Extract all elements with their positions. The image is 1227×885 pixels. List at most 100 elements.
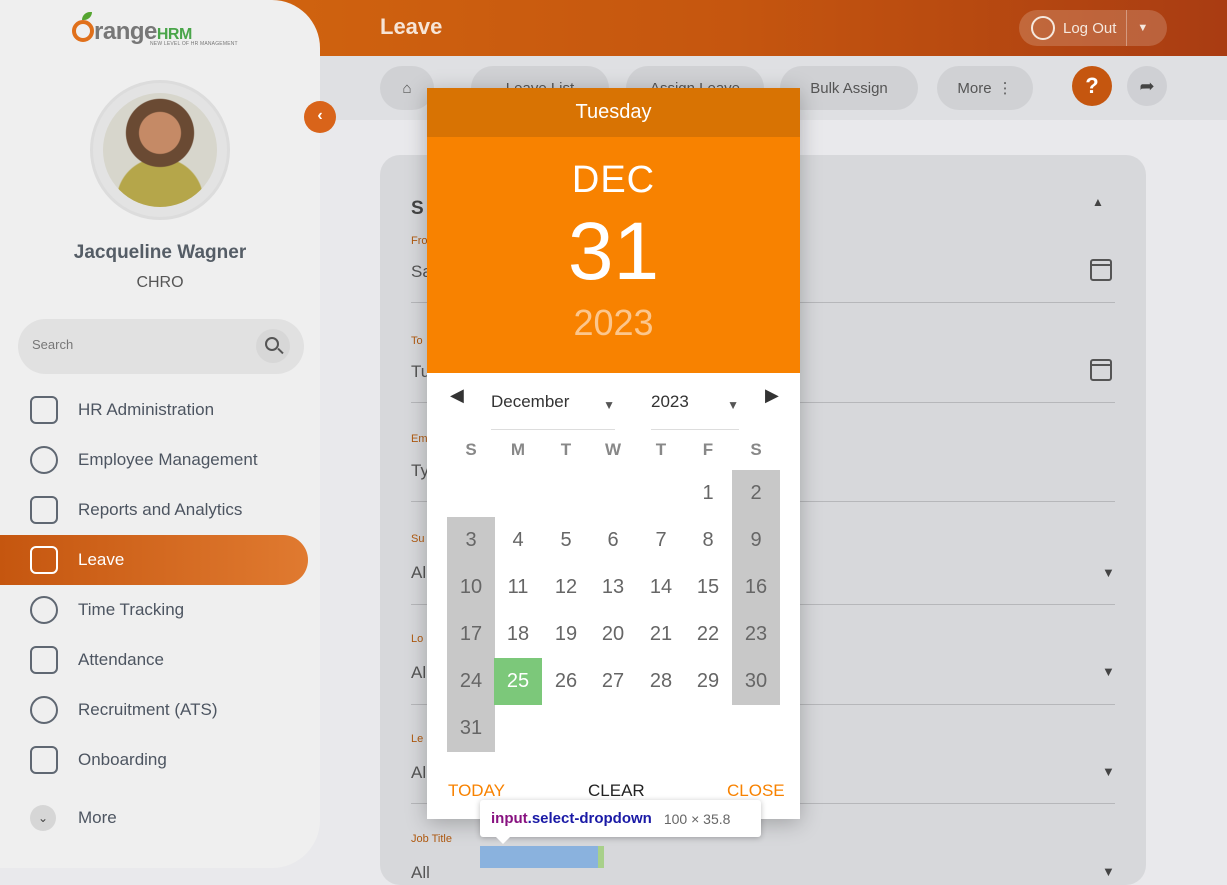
- calendar-day[interactable]: 31: [447, 705, 495, 752]
- leave-type-select[interactable]: Al: [411, 763, 426, 783]
- sidebar-item-time-tracking[interactable]: Time Tracking: [0, 585, 308, 635]
- weekday-header: M: [510, 440, 526, 459]
- weekday-header: T: [655, 440, 667, 459]
- avatar[interactable]: [90, 80, 230, 220]
- calendar-icon[interactable]: [1090, 359, 1112, 381]
- calendar-day[interactable]: 4: [494, 517, 542, 564]
- calendar-day[interactable]: 9: [732, 517, 780, 564]
- calendar-day[interactable]: 19: [542, 611, 590, 658]
- employees-icon: [30, 446, 58, 474]
- chevron-down-icon[interactable]: ▼: [1102, 864, 1115, 879]
- sidebar-item-reports[interactable]: Reports and Analytics: [0, 485, 308, 535]
- calendar-day[interactable]: 10: [447, 564, 495, 611]
- leave-icon: [30, 546, 58, 574]
- clear-button[interactable]: CLEAR: [588, 781, 645, 801]
- calendar-icon[interactable]: [1090, 259, 1112, 281]
- weekday-header: T: [560, 440, 572, 459]
- today-button[interactable]: TODAY: [448, 781, 505, 801]
- picker-date-header: DEC 31 2023: [427, 137, 800, 373]
- calendar-day[interactable]: 25: [494, 658, 542, 705]
- calendar-day[interactable]: 29: [684, 658, 732, 705]
- calendar-day[interactable]: 18: [494, 611, 542, 658]
- year-select[interactable]: 2023 ▼: [651, 392, 739, 430]
- prev-month-icon[interactable]: ◀: [450, 385, 464, 406]
- sidebar-item-onboarding[interactable]: Onboarding: [0, 735, 308, 785]
- calendar-day[interactable]: 21: [637, 611, 685, 658]
- help-button[interactable]: ?: [1072, 66, 1112, 106]
- field-label: To: [411, 335, 423, 347]
- calendar-day[interactable]: 7: [637, 517, 685, 564]
- calendar-day[interactable]: 20: [589, 611, 637, 658]
- chevron-down-icon[interactable]: ▼: [1102, 664, 1115, 679]
- calendar-day[interactable]: 3: [447, 517, 495, 564]
- weekday-header: W: [604, 440, 622, 459]
- calendar-day[interactable]: 11: [494, 564, 542, 611]
- sidebar-item-employee-management[interactable]: Employee Management: [0, 435, 308, 485]
- sidebar-item-recruitment[interactable]: Recruitment (ATS): [0, 685, 308, 735]
- calendar-day[interactable]: 12: [542, 564, 590, 611]
- collapse-sidebar-button[interactable]: ‹: [304, 101, 336, 133]
- search-icon[interactable]: [256, 329, 290, 363]
- sidebar-item-attendance[interactable]: Attendance: [0, 635, 308, 685]
- logout-button[interactable]: Log Out ▼: [1019, 10, 1167, 46]
- sidebar-item-hr-administration[interactable]: HR Administration: [0, 385, 308, 435]
- sidebar-item-label: HR Administration: [78, 400, 215, 419]
- field-label: Le: [411, 733, 424, 745]
- next-month-icon[interactable]: ▶: [765, 385, 779, 406]
- calendar-day[interactable]: 1: [684, 470, 732, 517]
- weekday-header: F: [702, 440, 714, 459]
- calendar-day[interactable]: 8: [684, 517, 732, 564]
- calendar-day[interactable]: 30: [732, 658, 780, 705]
- calendar-day[interactable]: 28: [637, 658, 685, 705]
- calendar-day[interactable]: 14: [637, 564, 685, 611]
- time-icon: [30, 596, 58, 624]
- calendar-day[interactable]: 5: [542, 517, 590, 564]
- calendar-day[interactable]: 22: [684, 611, 732, 658]
- job-title-select[interactable]: All: [411, 863, 430, 883]
- calendar-day[interactable]: 6: [589, 517, 637, 564]
- calendar-day[interactable]: 17: [447, 611, 495, 658]
- calendar-day[interactable]: 26: [542, 658, 590, 705]
- share-button[interactable]: ➦: [1127, 66, 1167, 106]
- search-input[interactable]: [32, 337, 232, 352]
- close-button[interactable]: CLOSE: [727, 781, 785, 801]
- element-highlight-padding: [598, 846, 604, 868]
- location-select[interactable]: Al: [411, 663, 426, 683]
- sidebar-item-leave[interactable]: Leave: [0, 535, 308, 585]
- chevron-down-icon[interactable]: ▼: [1102, 565, 1115, 580]
- chevron-down-icon: ▼: [603, 398, 615, 412]
- chevron-left-icon: ‹: [317, 107, 323, 124]
- sub-unit-select[interactable]: Al: [411, 563, 426, 583]
- picker-weekday: Tuesday: [427, 88, 800, 137]
- sidebar-item-label: Attendance: [78, 650, 165, 669]
- sidebar-item-label: Employee Management: [78, 450, 258, 469]
- kebab-icon: ⋮: [997, 80, 1013, 97]
- calendar-day[interactable]: 16: [732, 564, 780, 611]
- sidebar-item-label: Time Tracking: [78, 600, 185, 619]
- calendar-day[interactable]: 27: [589, 658, 637, 705]
- date-picker: Tuesday DEC 31 2023 ◀ December ▼ 2023 ▼ …: [427, 88, 800, 819]
- sidebar: rangeHRM NEW LEVEL OF HR MANAGEMENT Jacq…: [0, 0, 320, 868]
- tab-more[interactable]: More ⋮: [937, 66, 1033, 110]
- calendar-day[interactable]: 24: [447, 658, 495, 705]
- calendar-day[interactable]: 23: [732, 611, 780, 658]
- logout-icon: [1031, 16, 1055, 40]
- chevron-down-icon[interactable]: ▼: [1102, 764, 1115, 779]
- picker-day: 31: [567, 206, 660, 297]
- month-select[interactable]: December ▼: [491, 392, 615, 430]
- home-icon: ⌂: [402, 79, 412, 97]
- collapse-icon[interactable]: ▲: [1092, 195, 1104, 209]
- sidebar-item-more[interactable]: ⌄ More: [0, 793, 308, 843]
- chevron-down-icon[interactable]: ▼: [1137, 22, 1148, 34]
- field-label: Fro: [411, 235, 428, 247]
- sidebar-item-label: More: [78, 808, 117, 827]
- inspector-tooltip: input .select-dropdown 100 × 35.8: [480, 800, 761, 844]
- company-logo: rangeHRM NEW LEVEL OF HR MANAGEMENT: [72, 12, 252, 48]
- calendar-day[interactable]: 2: [732, 470, 780, 517]
- weekday-header: S: [465, 440, 477, 459]
- calendar-day[interactable]: 13: [589, 564, 637, 611]
- tab-bulk-assign[interactable]: Bulk Assign: [780, 66, 918, 110]
- calendar-day[interactable]: 15: [684, 564, 732, 611]
- hr-admin-icon: [30, 396, 58, 424]
- home-button[interactable]: ⌂: [380, 66, 434, 110]
